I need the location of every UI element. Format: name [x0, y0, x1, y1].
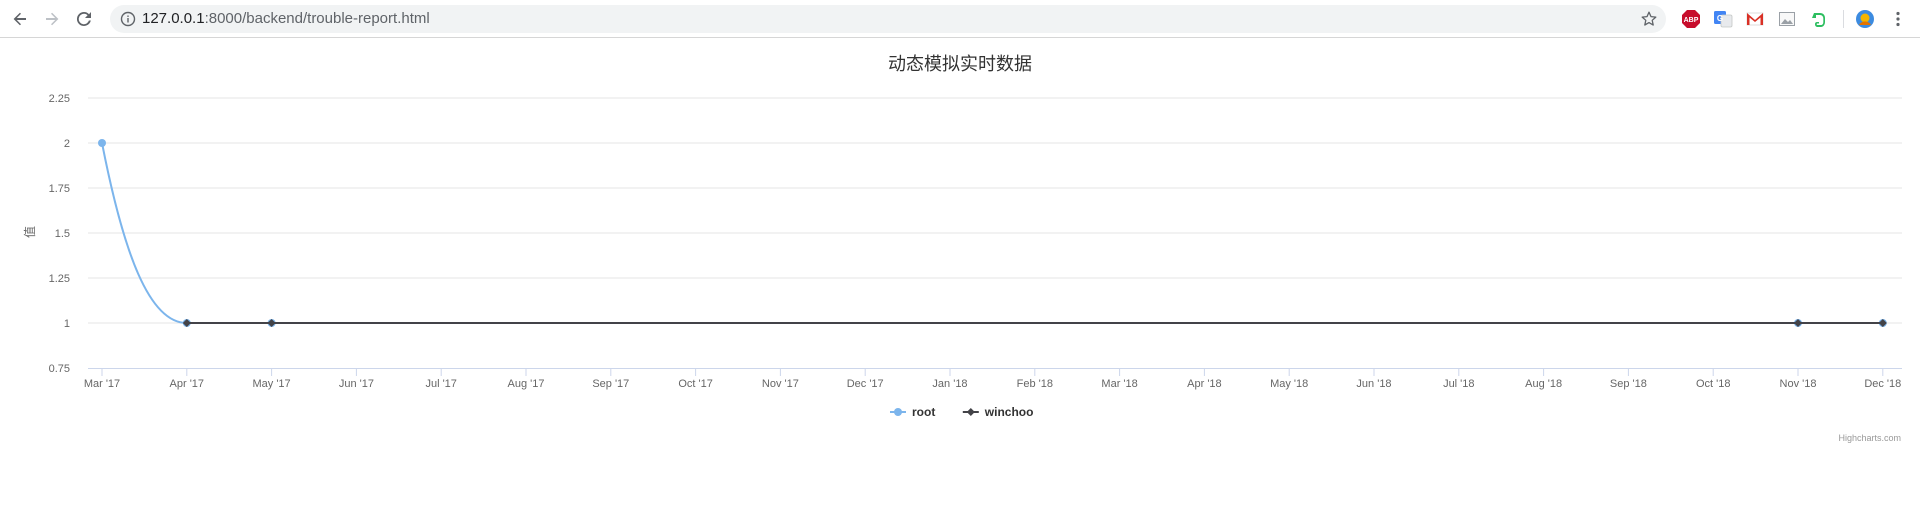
back-icon[interactable]: [6, 5, 34, 33]
legend-item-winchoo[interactable]: winchoo: [962, 405, 1034, 419]
x-tick-label: Apr '18: [1187, 378, 1222, 390]
adblock-plus-icon[interactable]: ABP: [1681, 9, 1701, 29]
reload-icon[interactable]: [70, 5, 98, 33]
y-tick-label: 0.75: [49, 363, 70, 375]
legend-marker: [966, 408, 975, 416]
data-point-root: [98, 139, 106, 147]
bookmark-star-icon[interactable]: [1640, 10, 1658, 33]
x-tick-label: Oct '18: [1696, 378, 1731, 390]
chart-title: 动态模拟实时数据: [888, 54, 1032, 74]
toolbar-divider: [1843, 10, 1844, 28]
x-tick-label: Jul '18: [1443, 378, 1474, 390]
chart-container: 动态模拟实时数据 值 0.75 1 1.25 1.5 1.75 2 2.25 Mar '17…: [0, 38, 1920, 524]
x-tick-label: Jun '18: [1356, 378, 1391, 390]
x-axis-labels: Mar '17 Apr '17 May '17 Jun '17 Jul '17 Aug '…: [84, 378, 1901, 390]
x-tick-label: Jan '18: [932, 378, 967, 390]
x-tick-label: Jul '17: [425, 378, 456, 390]
browser-menu-icon[interactable]: [1888, 9, 1908, 29]
x-tick-label: Aug '17: [508, 378, 545, 390]
x-tick-label: Jun '17: [339, 378, 374, 390]
x-tick-label: Dec '18: [1864, 378, 1901, 390]
x-tick-label: May '18: [1270, 378, 1308, 390]
address-bar[interactable]: 127.0.0.1:8000/backend/trouble-report.ht…: [110, 5, 1666, 33]
y-tick-label: 2: [64, 138, 70, 150]
x-tick-label: Feb '18: [1017, 378, 1053, 390]
legend-item-root[interactable]: root: [890, 405, 935, 419]
x-tick-label: Dec '17: [847, 378, 884, 390]
gmail-icon[interactable]: [1745, 9, 1765, 29]
browser-toolbar: 127.0.0.1:8000/backend/trouble-report.ht…: [0, 0, 1920, 38]
svg-text:ABP: ABP: [1684, 17, 1699, 24]
url-text: 127.0.0.1:8000/backend/trouble-report.ht…: [142, 10, 430, 27]
legend-label: root: [912, 405, 935, 419]
x-axis-ticks: [101, 368, 1884, 376]
y-tick-label: 1.25: [49, 273, 70, 285]
x-tick-label: Mar '17: [84, 378, 120, 390]
image-extension-icon[interactable]: [1777, 9, 1797, 29]
forward-icon[interactable]: [38, 5, 66, 33]
y-tick-label: 1: [64, 318, 70, 330]
x-tick-label: Sep '17: [592, 378, 629, 390]
legend-label: winchoo: [984, 405, 1034, 419]
x-tick-label: May '17: [253, 378, 291, 390]
credits-link[interactable]: Highcharts.com: [1838, 433, 1901, 443]
profile-avatar-icon[interactable]: [1855, 9, 1875, 29]
x-tick-label: Sep '18: [1610, 378, 1647, 390]
y-axis-labels: 0.75 1 1.25 1.5 1.75 2 2.25: [49, 93, 70, 375]
legend-marker: [894, 408, 902, 416]
legend: root winchoo: [890, 405, 1033, 419]
svg-text:G: G: [1717, 14, 1723, 23]
site-info-icon[interactable]: [120, 11, 136, 32]
google-translate-icon[interactable]: G: [1713, 9, 1733, 29]
x-tick-label: Oct '17: [678, 378, 713, 390]
x-tick-label: Aug '18: [1525, 378, 1562, 390]
y-tick-label: 2.25: [49, 93, 70, 105]
x-tick-label: Nov '18: [1780, 378, 1817, 390]
evernote-icon[interactable]: [1809, 9, 1829, 29]
y-tick-label: 1.75: [49, 183, 70, 195]
x-tick-label: Nov '17: [762, 378, 799, 390]
x-tick-label: Apr '17: [170, 378, 205, 390]
x-tick-label: Mar '18: [1101, 378, 1137, 390]
line-chart: 动态模拟实时数据 值 0.75 1 1.25 1.5 1.75 2 2.25 Mar '17…: [22, 54, 1902, 443]
y-tick-label: 1.5: [55, 228, 70, 240]
y-grid: [88, 97, 1902, 324]
y-axis-title: 值: [22, 226, 37, 238]
